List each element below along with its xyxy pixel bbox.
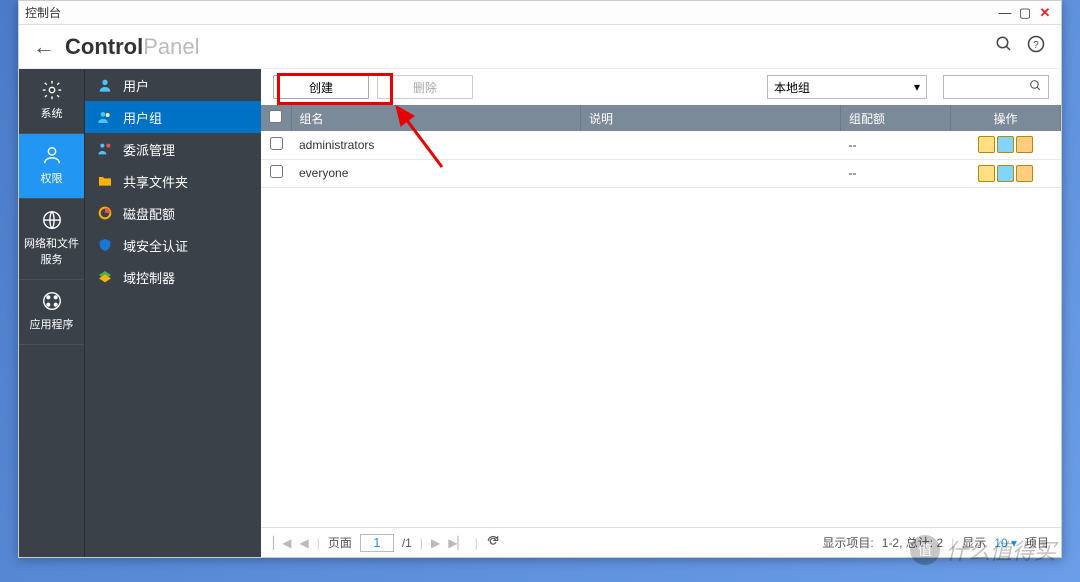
first-page-button[interactable]: ▏◀ [273, 536, 291, 550]
shield-icon [97, 237, 113, 253]
cell-quota: -- [841, 131, 951, 159]
perms-icon[interactable] [1016, 136, 1033, 153]
refresh-icon [486, 534, 500, 548]
folder-icon [97, 173, 113, 189]
apps-icon [41, 290, 63, 312]
rail-item-system[interactable]: 系统 [19, 69, 84, 134]
app-window: 控制台 — ▢ ✕ ← ControlPanel ? 系统 [18, 0, 1062, 558]
col-desc[interactable]: 说明 [581, 105, 841, 131]
scope-select[interactable]: 本地组 ▾ [767, 75, 927, 99]
edit-icon[interactable] [978, 165, 995, 182]
rail-item-apps[interactable]: 应用程序 [19, 280, 84, 345]
minimize-button[interactable]: — [995, 5, 1015, 20]
chevron-down-icon: ▾ [914, 80, 920, 94]
nav-rail: 系统 权限 网络和文件服务 应用程序 [19, 69, 85, 557]
watermark: 值 什么值得买 [910, 534, 1056, 566]
perms-icon[interactable] [1016, 165, 1033, 182]
svg-text:?: ? [1033, 40, 1039, 51]
toolbar: 创建 删除 本地组 ▾ [261, 69, 1061, 105]
sidebar-item-shared-folders[interactable]: 共享文件夹 [85, 165, 261, 197]
help-icon[interactable]: ? [1027, 35, 1045, 58]
rail-item-network[interactable]: 网络和文件服务 [19, 199, 84, 280]
delegation-icon [97, 141, 113, 157]
next-page-button[interactable]: ▶ [431, 536, 440, 550]
members-icon[interactable] [997, 165, 1014, 182]
col-ops: 操作 [951, 105, 1061, 131]
header: ← ControlPanel ? [19, 25, 1061, 69]
quota-icon [97, 205, 113, 221]
page-input[interactable] [360, 534, 394, 552]
refresh-button[interactable] [486, 534, 500, 551]
search-icon[interactable] [995, 35, 1013, 58]
row-checkbox[interactable] [270, 137, 283, 150]
main-content: 创建 删除 本地组 ▾ 组 [261, 69, 1061, 557]
table-area: 组名 说明 组配额 操作 administrators -- everyone -- [261, 105, 1061, 527]
table-row[interactable]: administrators -- [261, 131, 1061, 159]
page-title: ControlPanel [65, 34, 199, 60]
gear-icon [41, 79, 63, 101]
sidebar-item-users[interactable]: 用户 [85, 69, 261, 101]
delete-button[interactable]: 删除 [377, 75, 473, 99]
window-title: 控制台 [25, 4, 61, 21]
sidebar-item-domain-security[interactable]: 域安全认证 [85, 229, 261, 261]
search-icon[interactable] [1029, 79, 1042, 95]
titlebar: 控制台 — ▢ ✕ [19, 1, 1061, 25]
rail-item-permissions[interactable]: 权限 [19, 134, 84, 199]
last-page-button[interactable]: ▶▏ [448, 536, 466, 550]
back-arrow-icon[interactable]: ← [29, 34, 65, 60]
close-button[interactable]: ✕ [1035, 5, 1055, 21]
cell-name: everyone [291, 159, 581, 187]
maximize-button[interactable]: ▢ [1015, 5, 1035, 21]
search-box[interactable] [943, 75, 1049, 99]
cell-desc [581, 131, 841, 159]
people-icon [97, 109, 113, 125]
sidebar: 用户 用户组 委派管理 共享文件夹 磁盘配额 域安全认证 [85, 69, 261, 557]
members-icon[interactable] [997, 136, 1014, 153]
globe-icon [41, 209, 63, 231]
table-row[interactable]: everyone -- [261, 159, 1061, 187]
col-name[interactable]: 组名 [291, 105, 581, 131]
search-input[interactable] [950, 80, 1020, 94]
controller-icon [97, 269, 113, 285]
prev-page-button[interactable]: ◀ [299, 536, 308, 550]
sidebar-item-quota[interactable]: 磁盘配额 [85, 197, 261, 229]
sidebar-item-groups[interactable]: 用户组 [85, 101, 261, 133]
person-icon [97, 77, 113, 93]
col-quota[interactable]: 组配额 [841, 105, 951, 131]
create-button[interactable]: 创建 [273, 75, 369, 99]
cell-quota: -- [841, 159, 951, 187]
edit-icon[interactable] [978, 136, 995, 153]
cell-name: administrators [291, 131, 581, 159]
sidebar-item-delegation[interactable]: 委派管理 [85, 133, 261, 165]
groups-table: 组名 说明 组配额 操作 administrators -- everyone -- [261, 105, 1061, 188]
select-all-checkbox[interactable] [269, 110, 282, 123]
user-icon [41, 144, 63, 166]
row-checkbox[interactable] [270, 165, 283, 178]
cell-desc [581, 159, 841, 187]
sidebar-item-domain-controller[interactable]: 域控制器 [85, 261, 261, 293]
